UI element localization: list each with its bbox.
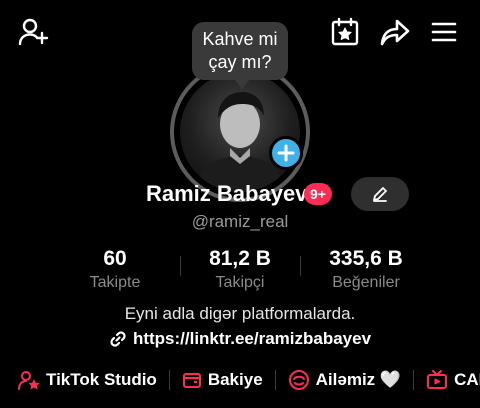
stat-divider xyxy=(300,256,301,276)
add-friend-icon[interactable] xyxy=(16,14,52,50)
stat-followers[interactable]: 81,2 B Takipçi xyxy=(185,246,295,293)
shortcut-divider xyxy=(168,370,170,390)
stat-label: Takipte xyxy=(89,274,141,291)
stat-value: 60 xyxy=(103,247,127,270)
shortcut-bakiye[interactable]: Bakiye xyxy=(182,370,263,390)
plus-icon xyxy=(277,144,295,162)
shortcut-live[interactable]: CANL xyxy=(426,369,480,391)
shortcut-divider xyxy=(413,370,415,390)
wallet-icon xyxy=(182,373,201,388)
note-bubble[interactable]: Kahve mi çay mı? xyxy=(192,22,288,89)
shortcut-bar: TikTok Studio Bakiye Ailəmiz 🤍 CANL xyxy=(18,368,480,392)
pencil-icon xyxy=(373,187,387,202)
shortcut-label: Bakiye xyxy=(207,370,263,389)
shortcut-label: Ailəmiz 🤍 xyxy=(315,370,402,389)
stat-label: Takipçi xyxy=(215,274,265,291)
bio-text: Eyni adla digər platformalarda. xyxy=(124,304,356,323)
stat-likes[interactable]: 335,6 B Beğeniler xyxy=(311,246,421,293)
menu-icon[interactable] xyxy=(426,14,462,50)
studio-icon xyxy=(18,371,40,390)
username: @ramiz_real xyxy=(191,212,289,231)
link-icon xyxy=(110,331,126,347)
family-icon xyxy=(288,370,309,390)
edit-profile-button[interactable] xyxy=(351,177,409,211)
share-icon[interactable] xyxy=(377,14,413,50)
shortcut-label: CANL xyxy=(454,370,480,389)
stat-following[interactable]: 60 Takipte xyxy=(60,246,170,293)
shortcut-ailemiz[interactable]: Ailəmiz 🤍 xyxy=(288,369,401,391)
shortcut-divider xyxy=(274,370,276,390)
stat-value: 81,2 B xyxy=(209,247,271,270)
notification-badge[interactable]: 9+ xyxy=(304,183,332,205)
profile-name: Ramiz Babayev xyxy=(146,181,308,206)
avatar[interactable] xyxy=(180,72,300,192)
note-line-1: Kahve mi xyxy=(202,29,278,49)
bio-link[interactable]: https://linktr.ee/ramizbabayev xyxy=(0,329,480,349)
calendar-star-icon[interactable] xyxy=(327,14,363,50)
note-line-2: çay mı? xyxy=(208,52,272,72)
live-tv-icon xyxy=(427,370,448,389)
shortcut-tiktok-studio[interactable]: TikTok Studio xyxy=(18,369,157,391)
stat-value: 335,6 B xyxy=(329,247,403,270)
bio-link-text: https://linktr.ee/ramizbabayev xyxy=(132,329,372,348)
stat-label: Beğeniler xyxy=(332,274,400,291)
add-story-button[interactable] xyxy=(269,136,303,170)
avatar-person-icon xyxy=(194,92,286,192)
shortcut-label: TikTok Studio xyxy=(46,370,157,389)
stat-divider xyxy=(180,256,181,276)
